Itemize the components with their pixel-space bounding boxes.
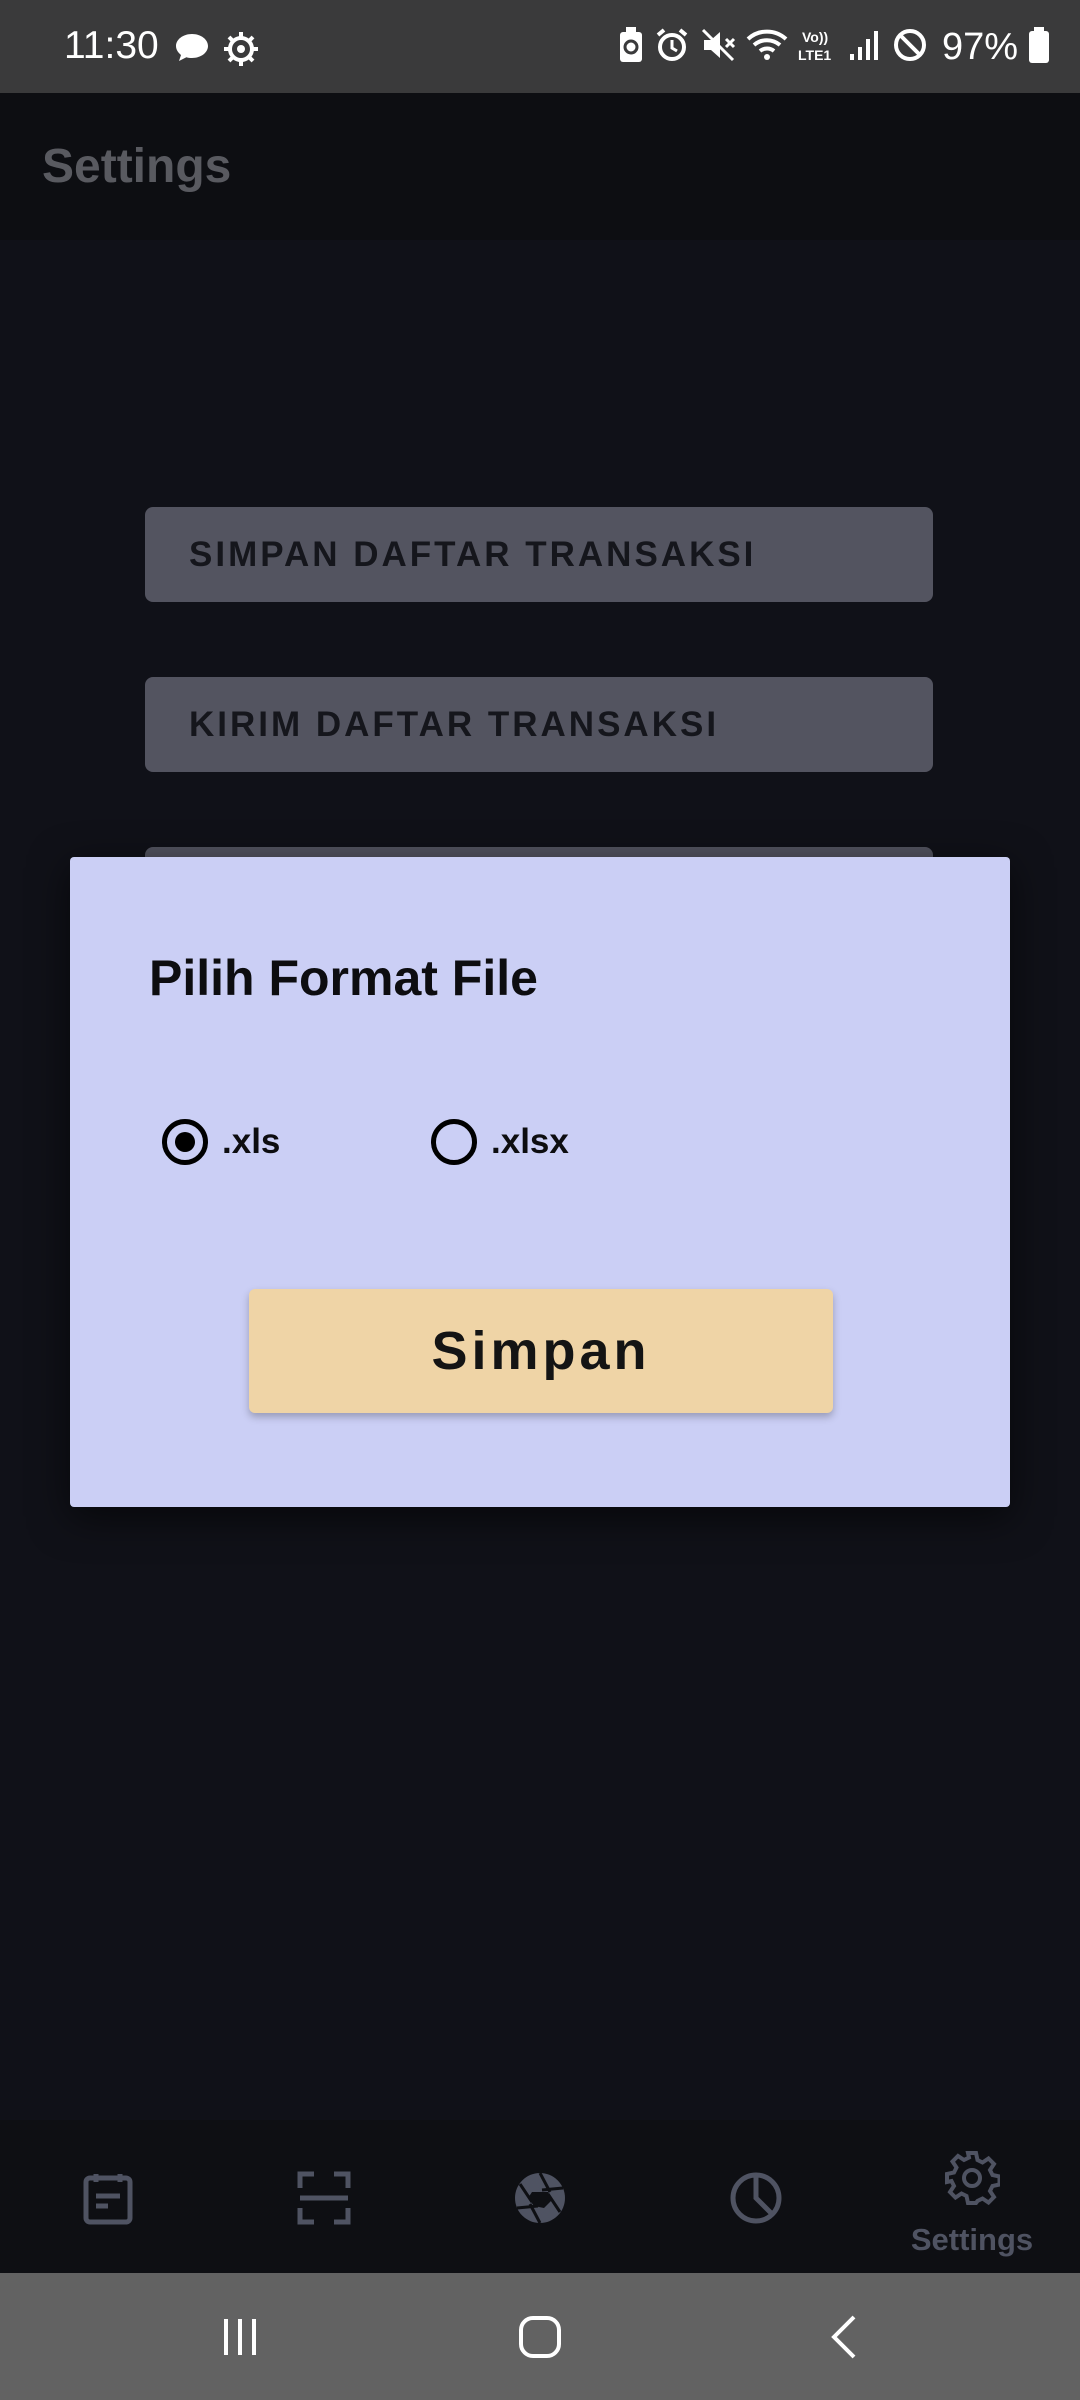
bottom-navigation: Settings xyxy=(0,2120,1080,2273)
file-format-dialog: Pilih Format File .xls .xlsx Simpan xyxy=(70,857,1010,1507)
svg-text:Vo)): Vo)) xyxy=(802,29,828,45)
receipt-icon xyxy=(83,2174,133,2225)
signal-icon xyxy=(848,28,882,67)
nav-label-settings: Settings xyxy=(910,2222,1034,2257)
volte-icon: Vo)) LTE1 xyxy=(798,27,838,68)
nav-item-scan[interactable] xyxy=(216,2120,432,2273)
radio-option-xlsx[interactable]: .xlsx xyxy=(431,1119,569,1165)
aperture-icon xyxy=(515,2172,565,2224)
save-button[interactable]: Simpan xyxy=(249,1289,833,1413)
radio-label-xlsx: .xlsx xyxy=(491,1122,569,1161)
system-navigation-bar xyxy=(0,2273,1080,2400)
gear-icon xyxy=(945,2151,1000,2206)
radio-label-xls: .xls xyxy=(222,1122,281,1161)
chat-bubble-icon xyxy=(174,30,210,73)
radio-button-unchecked[interactable] xyxy=(431,1119,477,1165)
page-title: Settings xyxy=(42,140,232,193)
status-time: 11:30 xyxy=(64,24,159,67)
nav-item-transactions[interactable] xyxy=(0,2120,216,2273)
nav-item-settings[interactable]: Settings xyxy=(864,2120,1080,2273)
status-bar: 11:30 Vo)) LTE1 97% xyxy=(0,0,1080,93)
battery-saver-icon xyxy=(618,26,644,69)
battery-percent: 97% xyxy=(941,26,1018,68)
home-icon[interactable] xyxy=(518,2315,562,2359)
gear-notification-icon xyxy=(222,30,260,73)
pie-chart-icon xyxy=(730,2172,782,2224)
battery-icon xyxy=(1028,26,1050,69)
do-not-disturb-icon xyxy=(892,27,928,68)
scan-icon xyxy=(297,2171,351,2225)
svg-text:LTE1: LTE1 xyxy=(798,47,831,63)
wifi-icon xyxy=(746,27,788,68)
back-icon[interactable] xyxy=(824,2315,868,2359)
recent-apps-icon[interactable] xyxy=(218,2315,262,2359)
alarm-icon xyxy=(654,27,690,68)
nav-item-camera[interactable] xyxy=(432,2120,648,2273)
app-bar: Settings xyxy=(0,93,1080,240)
mute-icon xyxy=(700,27,736,68)
dialog-title: Pilih Format File xyxy=(149,950,538,1006)
radio-button-checked[interactable] xyxy=(162,1119,208,1165)
send-transactions-button[interactable]: KIRIM DAFTAR TRANSAKSI xyxy=(145,677,933,772)
radio-option-xls[interactable]: .xls xyxy=(162,1119,280,1165)
save-transactions-button[interactable]: SIMPAN DAFTAR TRANSAKSI xyxy=(145,507,933,602)
nav-item-reports[interactable] xyxy=(648,2120,864,2273)
